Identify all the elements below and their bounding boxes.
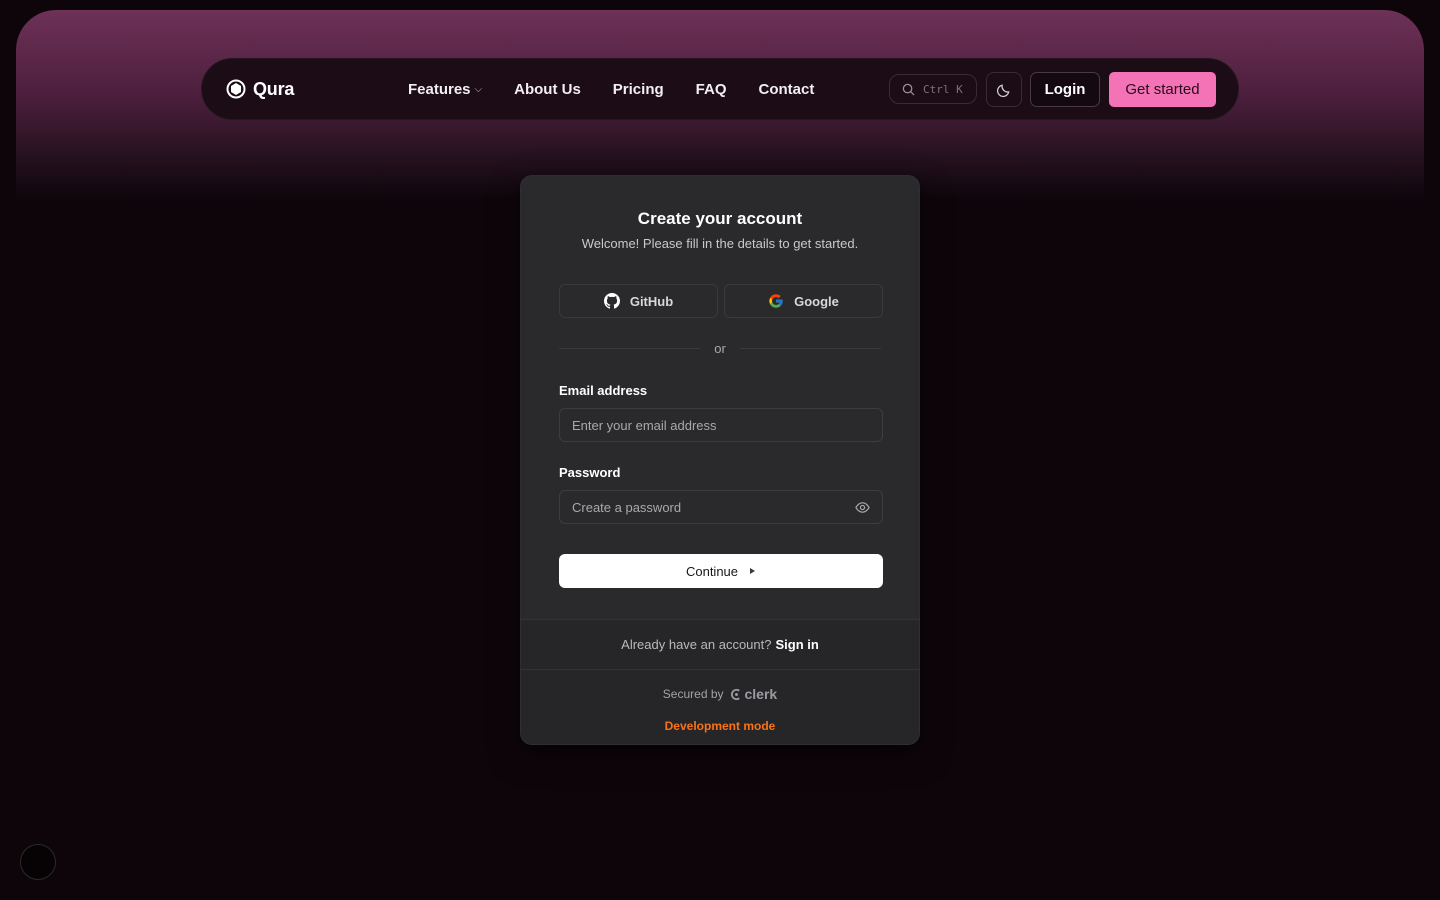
clerk-brand-text: clerk: [744, 686, 778, 702]
email-label: Email address: [559, 383, 648, 398]
google-icon: [769, 294, 783, 308]
clerk-mark-icon: [730, 688, 740, 700]
floating-corner-button[interactable]: [20, 844, 56, 880]
social-buttons: GitHub Google: [559, 284, 883, 318]
nav-link-label: Contact: [758, 81, 815, 98]
signup-form: Create your account Welcome! Please fill…: [521, 176, 919, 619]
hexagon-logo-icon: [226, 79, 246, 99]
signin-footer: Already have an account? Sign in: [521, 619, 919, 669]
email-placeholder: Enter your email address: [572, 417, 717, 433]
top-navbar: Qura Features ⌵ About Us Pricing FAQ Con…: [201, 58, 1239, 120]
search-button[interactable]: Ctrl K: [889, 74, 977, 104]
chevron-down-icon: ⌵: [474, 84, 483, 95]
nav-link-label: Pricing: [612, 81, 664, 98]
caret-right-icon: [750, 568, 756, 574]
nav-link-label: Features: [408, 81, 471, 98]
card-title: Create your account: [637, 209, 803, 228]
email-field[interactable]: Enter your email address: [559, 408, 883, 442]
nav-links: Features ⌵ About Us Pricing FAQ Contact: [408, 81, 814, 98]
get-started-button[interactable]: Get started: [1109, 72, 1216, 107]
search-shortcut: Ctrl K: [923, 82, 963, 96]
signin-link[interactable]: Sign in: [775, 637, 818, 652]
or-divider: or: [559, 341, 881, 356]
nav-link-label: FAQ: [695, 81, 727, 98]
github-label: GitHub: [629, 293, 674, 309]
nav-link-features[interactable]: Features ⌵: [408, 81, 482, 98]
continue-label: Continue: [685, 563, 739, 579]
signup-card: Create your account Welcome! Please fill…: [520, 175, 920, 745]
continue-button[interactable]: Continue: [559, 554, 883, 588]
divider-line: [559, 348, 701, 349]
eye-icon[interactable]: [855, 500, 870, 515]
dev-mode-underline: [591, 744, 851, 745]
theme-toggle-button[interactable]: [986, 72, 1022, 107]
password-field[interactable]: Create a password: [559, 490, 883, 524]
nav-link-contact[interactable]: Contact: [759, 81, 815, 98]
nav-link-label: About Us: [514, 81, 581, 98]
card-subtitle: Welcome! Please fill in the details to g…: [581, 236, 859, 251]
nav-link-about[interactable]: About Us: [514, 81, 581, 98]
brand-name: Qura: [253, 78, 295, 99]
nav-link-pricing[interactable]: Pricing: [613, 81, 664, 98]
divider-text: or: [714, 341, 726, 356]
password-placeholder: Create a password: [572, 499, 682, 515]
clerk-logo[interactable]: clerk: [730, 686, 778, 702]
signin-prompt: Already have an account?: [621, 637, 772, 652]
development-mode-badge: Development mode: [664, 719, 776, 733]
github-button[interactable]: GitHub: [559, 284, 718, 318]
secured-by-row: Secured by clerk: [521, 686, 919, 702]
password-label: Password: [559, 465, 621, 480]
nav-link-faq[interactable]: FAQ: [696, 81, 727, 98]
login-button[interactable]: Login: [1030, 72, 1100, 107]
brand-logo[interactable]: Qura: [226, 79, 294, 100]
secured-footer: Secured by clerk Development mode: [521, 669, 919, 745]
google-label: Google: [794, 293, 839, 309]
divider-line: [739, 348, 881, 349]
moon-icon: [996, 84, 1009, 97]
github-icon: [603, 293, 620, 309]
google-button[interactable]: Google: [724, 284, 883, 318]
search-icon: [902, 83, 915, 96]
secured-by-text: Secured by: [662, 687, 724, 701]
